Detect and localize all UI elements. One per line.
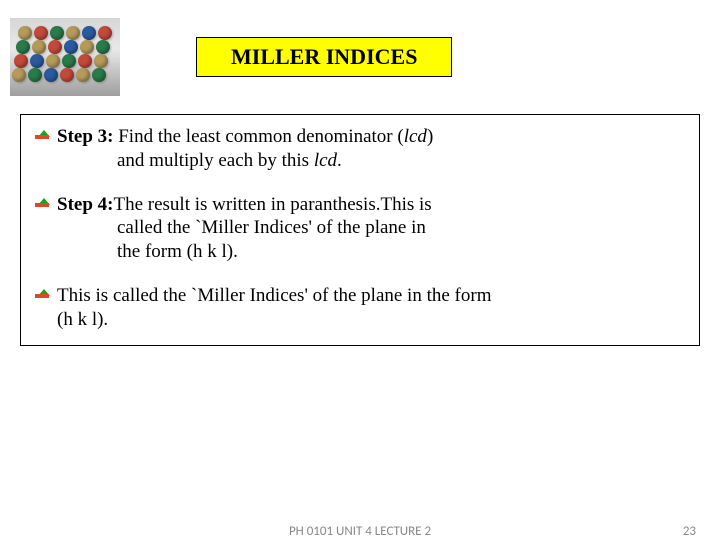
indented-line: and multiply each by this lcd. — [57, 149, 685, 173]
indented-line: the form (h k l). — [57, 240, 685, 264]
bullet-icon — [35, 289, 49, 303]
italic-term: lcd — [404, 126, 427, 147]
list-item: Step 3: Find the least common denominato… — [35, 125, 685, 173]
bullet-icon — [35, 130, 49, 144]
text-fragment: The result is written in paranthesis.Thi… — [113, 194, 431, 215]
list-item: This is called the `Miller Indices' of t… — [35, 284, 685, 332]
step-label: Step 3: — [57, 126, 113, 147]
page-number: 23 — [683, 524, 696, 539]
list-item: Step 4:The result is written in paranthe… — [35, 193, 685, 264]
bullet-icon — [35, 198, 49, 212]
indented-line: called the `Miller Indices' of the plane… — [57, 216, 685, 240]
item-text: This is called the `Miller Indices' of t… — [57, 284, 685, 332]
text-fragment: . — [337, 150, 342, 171]
content-box: Step 3: Find the least common denominato… — [20, 114, 700, 346]
step-label: Step 4: — [57, 194, 113, 215]
item-text: Step 4:The result is written in paranthe… — [57, 193, 685, 264]
crystal-lattice-thumbnail — [10, 18, 120, 96]
italic-term: lcd — [314, 150, 337, 171]
text-fragment: and multiply each by this — [117, 150, 314, 171]
text-fragment: (h k l). — [57, 309, 108, 330]
text-fragment: This is called the `Miller Indices' of t… — [57, 285, 492, 306]
slide-title: MILLER INDICES — [196, 37, 452, 77]
text-fragment: ) — [427, 126, 433, 147]
text-fragment: Find the least common denominator ( — [113, 126, 403, 147]
item-text: Step 3: Find the least common denominato… — [57, 125, 685, 173]
footer-center-text: PH 0101 UNIT 4 LECTURE 2 — [289, 524, 431, 539]
